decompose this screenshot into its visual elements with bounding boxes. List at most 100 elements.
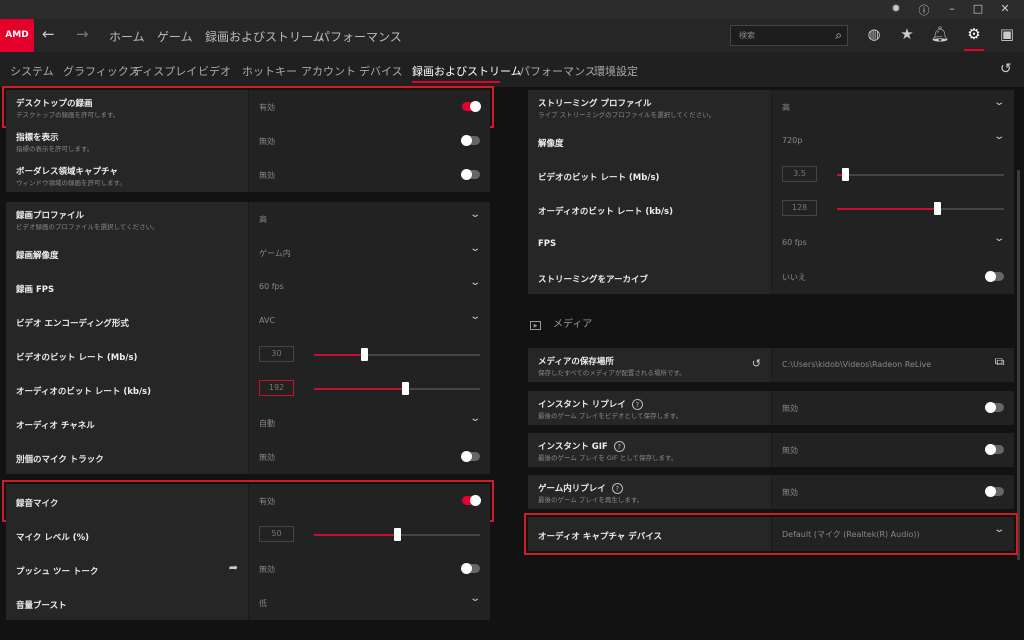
forward-arrow-icon[interactable]: → bbox=[76, 25, 89, 43]
dropdown-value[interactable]: 高 bbox=[782, 102, 790, 113]
slider-thumb[interactable] bbox=[394, 528, 401, 541]
toggle-switch[interactable] bbox=[985, 486, 1004, 497]
nav-home[interactable]: ホーム bbox=[109, 28, 145, 45]
toggle-switch[interactable] bbox=[462, 495, 481, 506]
tab-9[interactable]: 環境設定 bbox=[594, 63, 638, 79]
tab-5[interactable]: アカウント bbox=[301, 63, 356, 79]
tab-1[interactable]: グラフィックス bbox=[63, 63, 139, 79]
toggle-switch[interactable] bbox=[985, 402, 1004, 413]
nav-performance[interactable]: パフォーマンス bbox=[318, 28, 402, 45]
chevron-down-icon[interactable]: ⌄ bbox=[993, 524, 1005, 535]
toggle-switch[interactable] bbox=[461, 135, 480, 146]
toggle-switch[interactable] bbox=[462, 101, 481, 112]
toggle-switch[interactable] bbox=[461, 451, 480, 462]
setting-value-cell[interactable]: 720p ⌄ bbox=[772, 124, 1014, 158]
chevron-down-icon[interactable]: ⌄ bbox=[469, 277, 481, 288]
setting-value-cell[interactable]: 無効 bbox=[249, 440, 490, 474]
star-icon[interactable]: ★ bbox=[897, 25, 917, 43]
search-input[interactable]: 検索 ⌕ bbox=[730, 25, 848, 46]
bell-icon[interactable]: 🔔︎ bbox=[930, 25, 950, 43]
help-icon[interactable]: ⓘ bbox=[916, 2, 932, 18]
slider-track[interactable] bbox=[314, 348, 480, 361]
chevron-down-icon[interactable]: ⌄ bbox=[469, 209, 481, 220]
toggle-switch[interactable] bbox=[985, 444, 1004, 455]
setting-value-cell[interactable]: 無効 bbox=[772, 433, 1014, 467]
toggle-switch[interactable] bbox=[985, 271, 1004, 282]
setting-value-cell[interactable]: ゲーム内 ⌄ bbox=[249, 236, 490, 270]
slider-track[interactable] bbox=[314, 528, 480, 541]
close-icon[interactable]: ✕ bbox=[997, 2, 1013, 15]
setting-value-cell[interactable]: 有効 bbox=[249, 90, 490, 124]
setting-value-cell[interactable]: AVC ⌄ bbox=[249, 304, 490, 338]
chevron-down-icon[interactable]: ⌄ bbox=[469, 413, 481, 424]
scrollbar[interactable] bbox=[1017, 170, 1020, 560]
chevron-down-icon[interactable]: ⌄ bbox=[469, 593, 481, 604]
slider-thumb[interactable] bbox=[360, 348, 368, 361]
slider-thumb[interactable] bbox=[934, 202, 942, 215]
dropdown-value[interactable]: 自動 bbox=[259, 418, 275, 429]
number-input[interactable]: 30 bbox=[259, 346, 294, 362]
toggle-switch[interactable] bbox=[461, 169, 480, 180]
tab-2[interactable]: ディスプレイ bbox=[132, 63, 197, 79]
setting-value-cell[interactable]: 高 ⌄ bbox=[249, 202, 490, 236]
dropdown-value[interactable]: 低 bbox=[259, 598, 267, 609]
dropdown-value[interactable]: 720p bbox=[782, 136, 802, 145]
dropdown-value[interactable]: 60 fps bbox=[782, 238, 807, 247]
slider-thumb[interactable] bbox=[842, 168, 850, 181]
number-input[interactable]: 3.5 bbox=[782, 166, 817, 182]
setting-value-cell[interactable]: 無効 bbox=[772, 475, 1014, 509]
tab-7[interactable]: 録画およびストリーム bbox=[412, 63, 522, 79]
help-icon[interactable]: ? bbox=[613, 441, 625, 452]
dropdown-value[interactable]: AVC bbox=[259, 316, 275, 325]
setting-value-cell[interactable]: 無効 bbox=[772, 391, 1014, 425]
number-input[interactable]: 192 bbox=[259, 380, 294, 396]
folder-browse-icon[interactable]: ⧉ bbox=[994, 357, 1004, 368]
chevron-down-icon[interactable]: ⌄ bbox=[469, 311, 481, 322]
setting-value-cell[interactable]: 低 ⌄ bbox=[249, 586, 490, 620]
minimize-icon[interactable]: – bbox=[944, 2, 960, 15]
setting-value-cell[interactable]: 60 fps ⌄ bbox=[772, 226, 1014, 260]
globe-icon[interactable]: ◍ bbox=[864, 25, 884, 43]
dropdown-value[interactable]: 高 bbox=[259, 214, 267, 225]
help-icon[interactable]: ? bbox=[611, 483, 623, 494]
setting-value-cell[interactable]: 自動 ⌄ bbox=[249, 406, 490, 440]
chevron-down-icon[interactable]: ⌄ bbox=[993, 233, 1005, 244]
setting-value-cell[interactable]: 無効 bbox=[249, 552, 490, 586]
chevron-down-icon[interactable]: ⌄ bbox=[993, 131, 1005, 142]
nav-games[interactable]: ゲーム bbox=[157, 28, 193, 45]
slider-thumb[interactable] bbox=[402, 382, 410, 395]
back-arrow-icon[interactable]: ← bbox=[42, 25, 55, 43]
setting-value-cell[interactable]: C:\Users\kidob\Videos\Radeon ReLive ⧉ bbox=[772, 348, 1014, 382]
setting-value-cell[interactable]: 無効 bbox=[249, 158, 490, 192]
setting-value-cell[interactable]: 無効 bbox=[249, 124, 490, 158]
slider-track[interactable] bbox=[837, 168, 1004, 181]
layout-icon[interactable]: ▣ bbox=[997, 25, 1017, 43]
nav-record-stream[interactable]: 録画およびストリーム bbox=[205, 28, 325, 45]
toggle-switch[interactable] bbox=[461, 563, 480, 574]
reset-icon[interactable]: ↺ bbox=[752, 357, 761, 370]
search-icon[interactable]: ⌕ bbox=[835, 28, 842, 43]
share-arrow-icon[interactable]: ➦ bbox=[229, 561, 238, 574]
setting-value-cell[interactable]: いいえ bbox=[772, 260, 1014, 294]
help-icon[interactable]: ? bbox=[631, 399, 643, 410]
reset-icon[interactable]: ↺ bbox=[1000, 61, 1012, 77]
tab-6[interactable]: デバイス bbox=[359, 63, 403, 79]
gear-icon[interactable]: ⚙ bbox=[964, 25, 984, 43]
amd-logo[interactable]: AMD bbox=[0, 19, 34, 52]
setting-value-cell[interactable]: 高 ⌄ bbox=[772, 90, 1014, 124]
chevron-down-icon[interactable]: ⌄ bbox=[469, 243, 481, 254]
maximize-icon[interactable]: □ bbox=[970, 2, 986, 15]
tab-4[interactable]: ホットキー bbox=[242, 63, 297, 79]
tab-8[interactable]: パフォーマンス bbox=[519, 63, 596, 79]
dropdown-value[interactable]: ゲーム内 bbox=[259, 248, 291, 259]
dropdown-value[interactable]: Default (マイク (Realtek(R) Audio)) bbox=[782, 529, 920, 540]
setting-value-cell[interactable]: Default (マイク (Realtek(R) Audio)) ⌄ bbox=[772, 517, 1014, 551]
setting-value-cell[interactable]: 有効 bbox=[249, 484, 490, 518]
bug-icon[interactable]: ✹ bbox=[888, 2, 904, 15]
number-input[interactable]: 50 bbox=[259, 526, 294, 542]
tab-0[interactable]: システム bbox=[10, 63, 54, 79]
slider-track[interactable] bbox=[314, 382, 480, 395]
slider-track[interactable] bbox=[837, 202, 1004, 215]
setting-value-cell[interactable]: 60 fps ⌄ bbox=[249, 270, 490, 304]
chevron-down-icon[interactable]: ⌄ bbox=[993, 97, 1005, 108]
